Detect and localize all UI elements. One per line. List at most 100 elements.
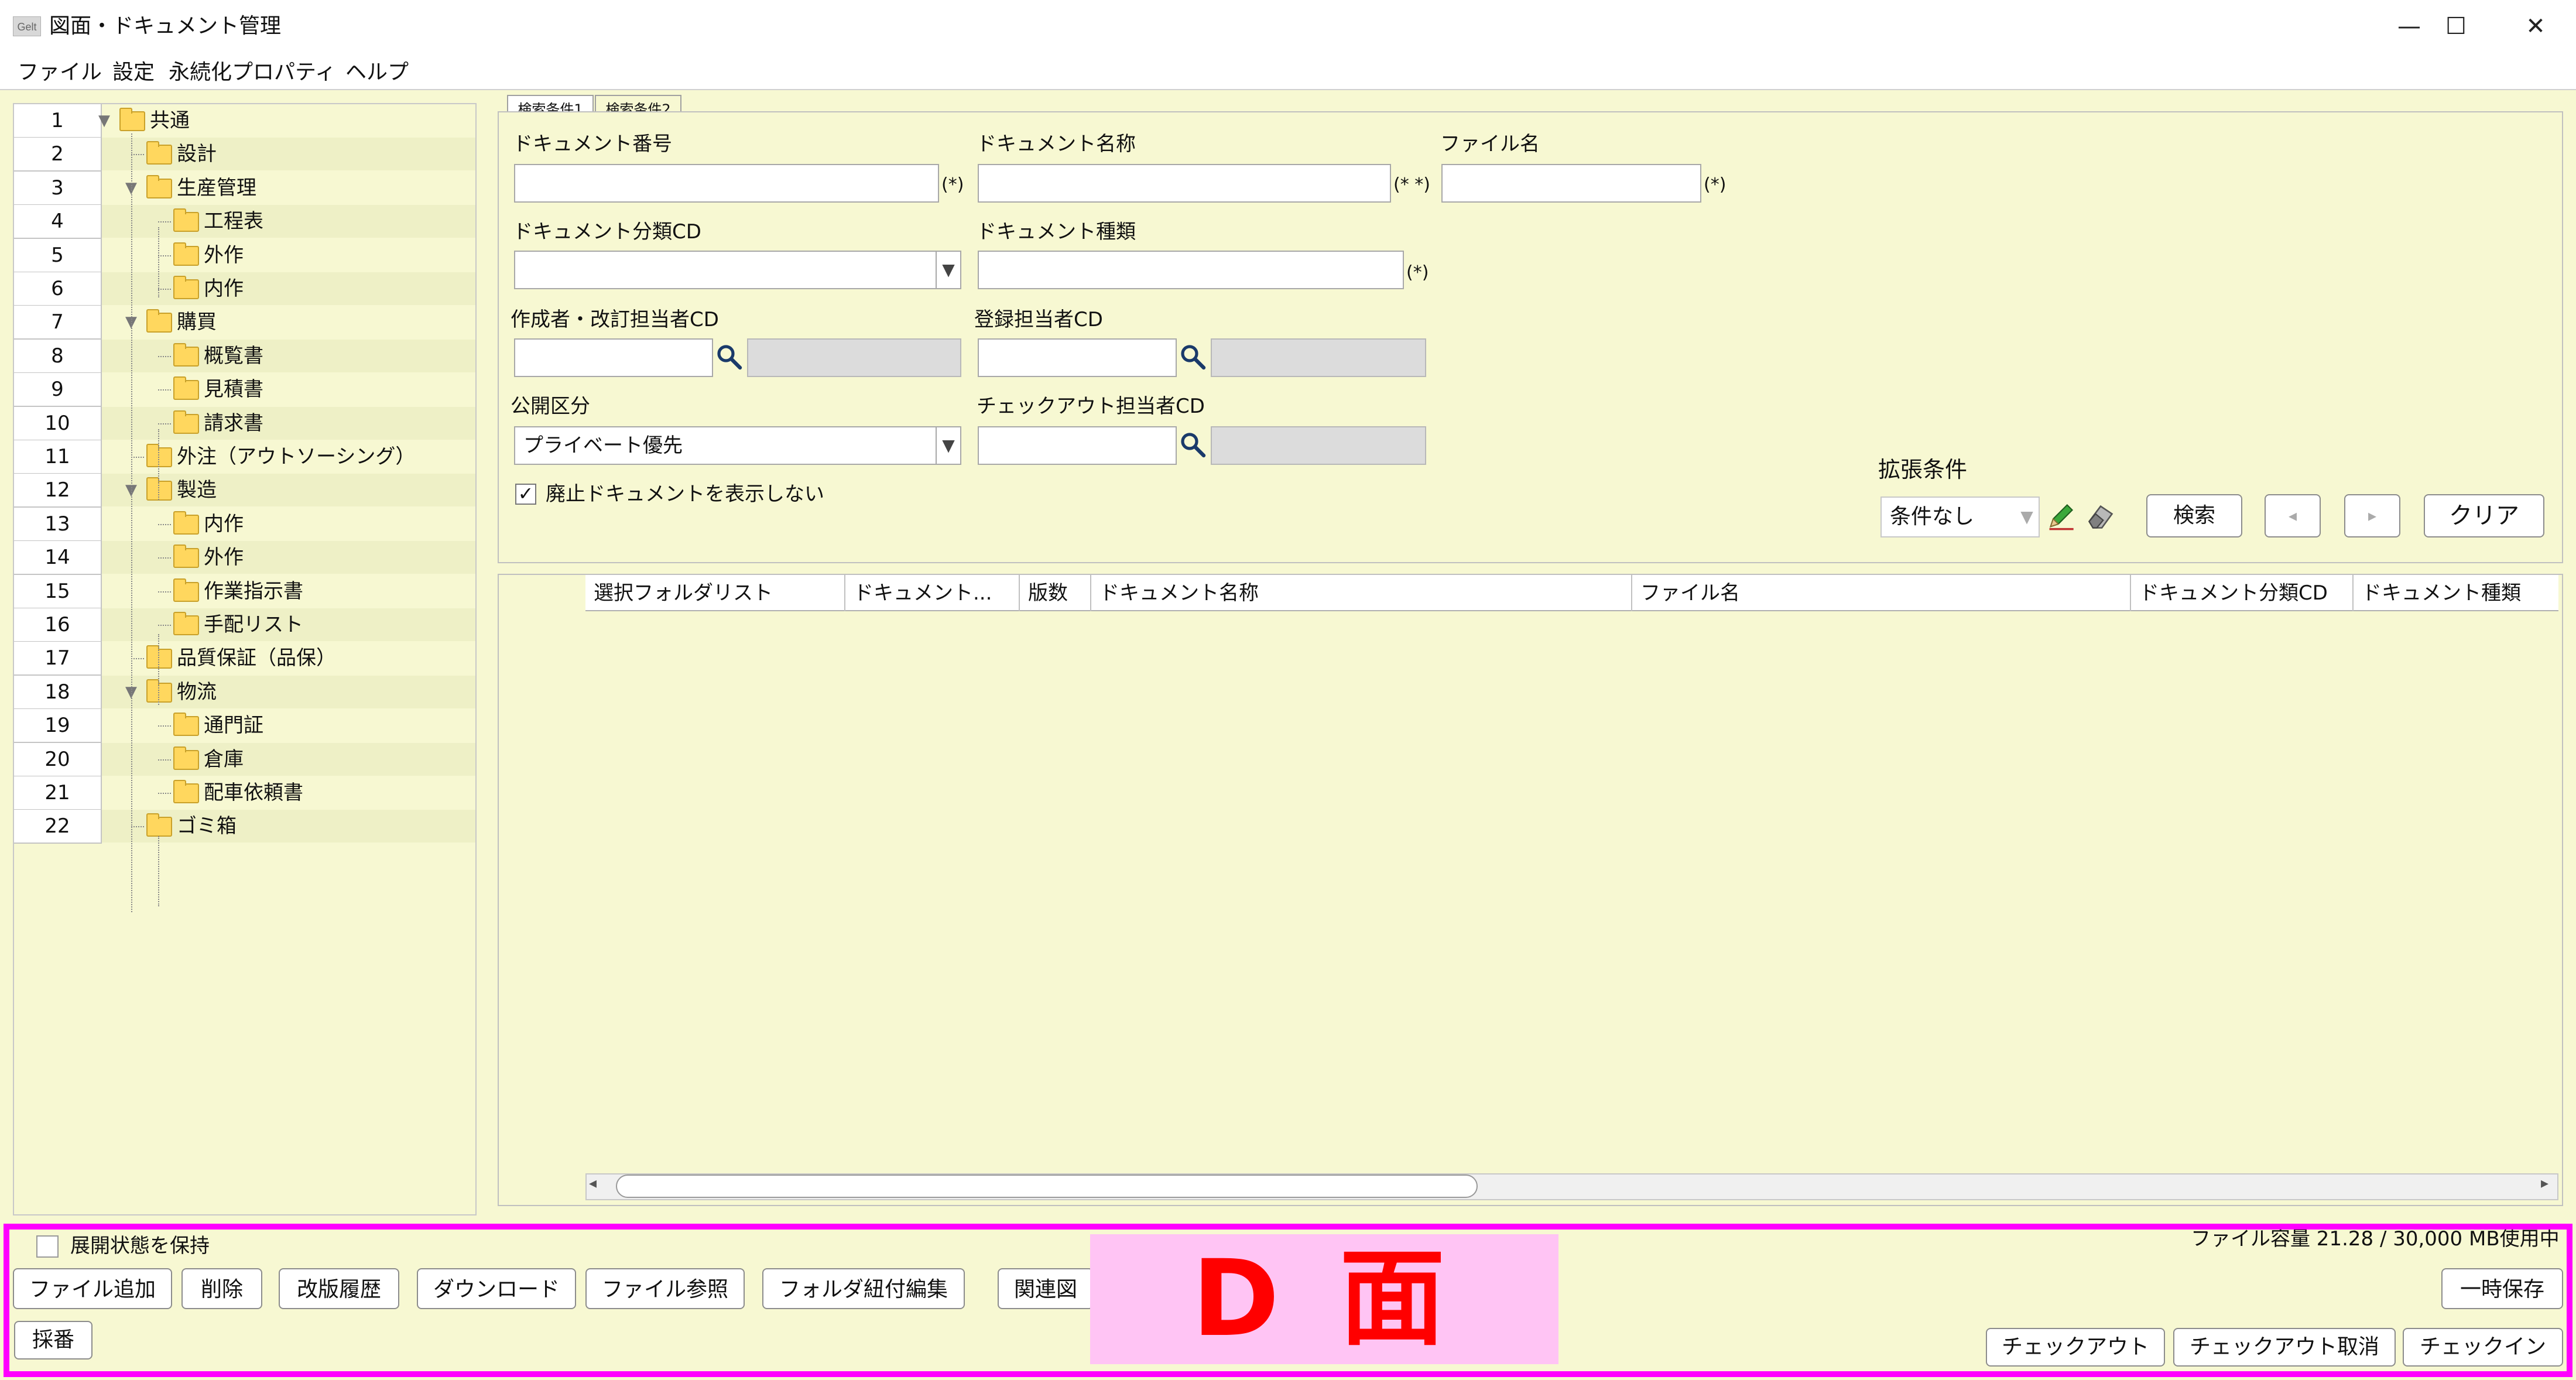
- folder-icon: [146, 444, 172, 467]
- hide-obsolete-checkbox[interactable]: ✓: [515, 484, 536, 505]
- tree-node[interactable]: 3 ▼ 生産管理: [14, 171, 475, 206]
- tree-node[interactable]: 4 工程表: [14, 205, 475, 239]
- tree-row-number: 22: [14, 810, 102, 844]
- doc-type-wildcard: (*): [1406, 262, 1429, 283]
- search-lens-icon[interactable]: [1179, 431, 1207, 459]
- tree-node[interactable]: 16 手配リスト: [14, 608, 475, 642]
- column-header-file-name[interactable]: ファイル名: [1632, 575, 2131, 611]
- tree-node[interactable]: 9 見積書: [14, 373, 475, 408]
- tree-node-label: 工程表: [204, 210, 263, 234]
- menu-help[interactable]: ヘルプ: [345, 59, 409, 87]
- column-header-doc-class[interactable]: ドキュメント分類CD: [2131, 575, 2354, 611]
- doc-class-select[interactable]: ▼: [514, 251, 961, 289]
- tree-row-number: 7: [14, 306, 102, 340]
- tree-node[interactable]: 11 外注（アウトソーシング）: [14, 440, 475, 474]
- column-header-selected-folder[interactable]: 選択フォルダリスト: [585, 575, 845, 611]
- tree-node-label: 設計: [177, 142, 217, 166]
- folder-tree[interactable]: 1 ▼ 共通 2 設計 3 ▼ 生産管理 4 工程表 5 外作 6 内作 7 ▼ 購買 8 概覧書 9 見積書 10 請求書…: [13, 103, 477, 1215]
- pencil-icon[interactable]: [2046, 501, 2076, 532]
- registrar-label: 登録担当者CD: [974, 308, 1103, 331]
- folder-icon: [146, 141, 172, 165]
- file-name-input[interactable]: [1441, 164, 1701, 203]
- tree-connector: [158, 523, 171, 525]
- extended-conditions-select[interactable]: 条件なし ▼: [1880, 496, 2040, 537]
- tree-node[interactable]: 5 外作: [14, 238, 475, 273]
- folder-icon: [173, 343, 199, 367]
- tree-node[interactable]: 1 ▼ 共通: [14, 104, 475, 138]
- author-code-input[interactable]: [514, 338, 713, 377]
- column-header-doc-type[interactable]: ドキュメント種類: [2354, 575, 2558, 611]
- tree-node-label: 作業指示書: [204, 579, 303, 603]
- tree-node[interactable]: 8 概覧書: [14, 339, 475, 374]
- tree-node[interactable]: 22 ゴミ箱: [14, 810, 475, 844]
- tree-connector: [158, 355, 171, 357]
- result-table[interactable]: [498, 574, 2563, 1206]
- registrar-code-input[interactable]: [978, 338, 1177, 377]
- folder-icon: [173, 410, 199, 434]
- checkout-user-label: チェックアウト担当者CD: [977, 395, 1205, 418]
- column-header-doc-name[interactable]: ドキュメント名称: [1091, 575, 1632, 611]
- tree-node[interactable]: 10 請求書: [14, 406, 475, 441]
- doc-type-input[interactable]: [978, 251, 1404, 289]
- tree-node[interactable]: 14 外作: [14, 541, 475, 576]
- tree-connector: [158, 423, 171, 424]
- tree-node-label: 生産管理: [177, 176, 256, 200]
- menu-persistent-properties[interactable]: 永続化プロパティ: [169, 59, 336, 87]
- scroll-right-icon[interactable]: ▸: [2541, 1174, 2548, 1192]
- tree-node[interactable]: 15 作業指示書: [14, 574, 475, 609]
- tree-node[interactable]: 17 品質保証（品保）: [14, 642, 475, 676]
- tree-guide-line: [158, 429, 159, 500]
- tree-node[interactable]: 20 倉庫: [14, 742, 475, 777]
- tree-node[interactable]: 19 通門証: [14, 709, 475, 744]
- next-button[interactable]: ▸: [2344, 494, 2400, 537]
- tree-node[interactable]: 13 内作: [14, 507, 475, 542]
- dropdown-arrow-icon: ▼: [936, 252, 960, 288]
- tree-row-number: 6: [14, 272, 102, 306]
- tree-node-label: 内作: [204, 277, 244, 300]
- folder-icon: [146, 174, 172, 198]
- tree-node[interactable]: 18 ▼ 物流: [14, 675, 475, 710]
- close-button[interactable]: ✕: [2503, 6, 2568, 47]
- tree-connector: [131, 154, 144, 156]
- tree-node-label: 購買: [177, 310, 217, 334]
- scroll-left-icon[interactable]: ◂: [589, 1174, 597, 1192]
- tree-expand-toggle[interactable]: ▼: [98, 110, 110, 131]
- checkout-user-name-display: [1211, 426, 1426, 465]
- tree-node[interactable]: 12 ▼ 製造: [14, 474, 475, 508]
- maximize-button[interactable]: ☐: [2424, 6, 2488, 47]
- menu-settings[interactable]: 設定: [112, 59, 155, 87]
- doc-number-input[interactable]: [514, 164, 939, 203]
- doc-type-label: ドキュメント種類: [977, 220, 1136, 244]
- folder-icon: [173, 376, 199, 400]
- eraser-icon[interactable]: [2084, 501, 2117, 532]
- horizontal-scrollbar-thumb[interactable]: [616, 1174, 1478, 1198]
- file-name-label: ファイル名: [1440, 132, 1540, 156]
- doc-name-input[interactable]: [978, 164, 1391, 203]
- tree-node[interactable]: 2 設計: [14, 138, 475, 172]
- folder-icon: [173, 713, 199, 737]
- column-header-revision[interactable]: 版数: [1020, 575, 1091, 611]
- clear-button[interactable]: クリア: [2424, 494, 2544, 537]
- search-lens-icon[interactable]: [1179, 343, 1207, 371]
- tree-node[interactable]: 21 配車依頼書: [14, 776, 475, 810]
- menu-file[interactable]: ファイル: [18, 59, 102, 87]
- tree-node[interactable]: 7 ▼ 購買: [14, 306, 475, 340]
- tree-node-label: 手配リスト: [204, 613, 303, 636]
- author-name-display: [747, 338, 961, 377]
- prev-button[interactable]: ◂: [2265, 494, 2321, 537]
- checkout-user-code-input[interactable]: [978, 426, 1177, 465]
- tree-node-label: 外作: [204, 546, 244, 570]
- column-header-doc-number[interactable]: ドキュメント...: [845, 575, 1020, 611]
- tree-node-label: 物流: [177, 680, 217, 704]
- visibility-select[interactable]: プライベート優先 ▼: [514, 426, 961, 465]
- tree-row-number: 8: [14, 339, 102, 374]
- tree-node-label: 外注（アウトソーシング）: [177, 445, 416, 468]
- doc-number-label: ドキュメント番号: [513, 132, 672, 156]
- folder-icon: [146, 813, 172, 837]
- tree-row-number: 15: [14, 574, 102, 609]
- tree-node[interactable]: 6 内作: [14, 272, 475, 306]
- search-button[interactable]: 検索: [2146, 494, 2242, 537]
- folder-icon: [146, 309, 172, 333]
- folder-icon: [173, 780, 199, 803]
- search-lens-icon[interactable]: [715, 343, 744, 371]
